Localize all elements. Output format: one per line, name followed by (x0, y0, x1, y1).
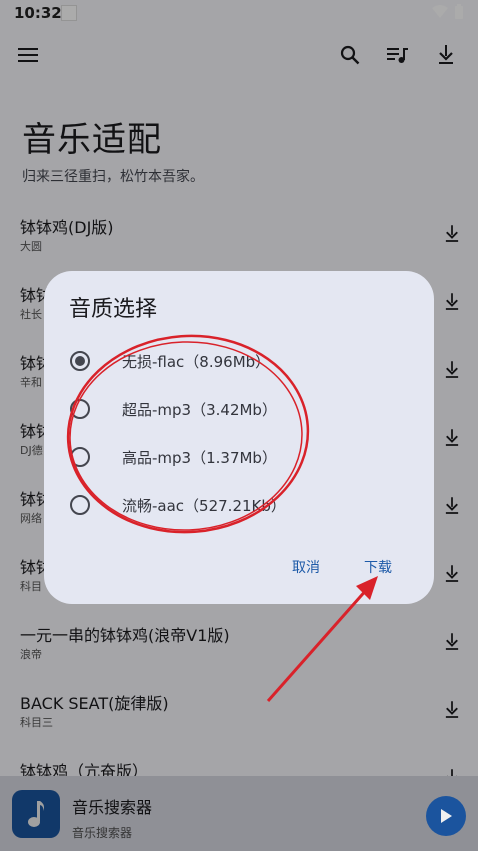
quality-option-mp3-high[interactable]: 高品-mp3（1.37Mb） (66, 437, 406, 477)
radio-unselected-icon[interactable] (70, 399, 90, 419)
cancel-button[interactable]: 取消 (292, 557, 320, 577)
dialog-title: 音质选择 (69, 297, 158, 322)
option-label: 无损-flac（8.96Mb） (122, 352, 271, 371)
quality-option-mp3-super[interactable]: 超品-mp3（3.42Mb） (66, 389, 406, 429)
option-label: 高品-mp3（1.37Mb） (122, 448, 277, 467)
quality-option-flac[interactable]: 无损-flac（8.96Mb） (66, 341, 406, 381)
quality-option-aac[interactable]: 流畅-aac（527.21Kb） (66, 485, 406, 525)
option-label: 超品-mp3（3.42Mb） (122, 400, 277, 419)
radio-unselected-icon[interactable] (70, 447, 90, 467)
download-button[interactable]: 下载 (364, 557, 392, 577)
quality-dialog: 音质选择 无损-flac（8.96Mb） 超品-mp3（3.42Mb） 高品-m… (44, 271, 434, 604)
option-label: 流畅-aac（527.21Kb） (122, 496, 286, 515)
radio-selected-icon[interactable] (70, 351, 90, 371)
play-icon[interactable] (426, 796, 466, 836)
radio-unselected-icon[interactable] (70, 495, 90, 515)
